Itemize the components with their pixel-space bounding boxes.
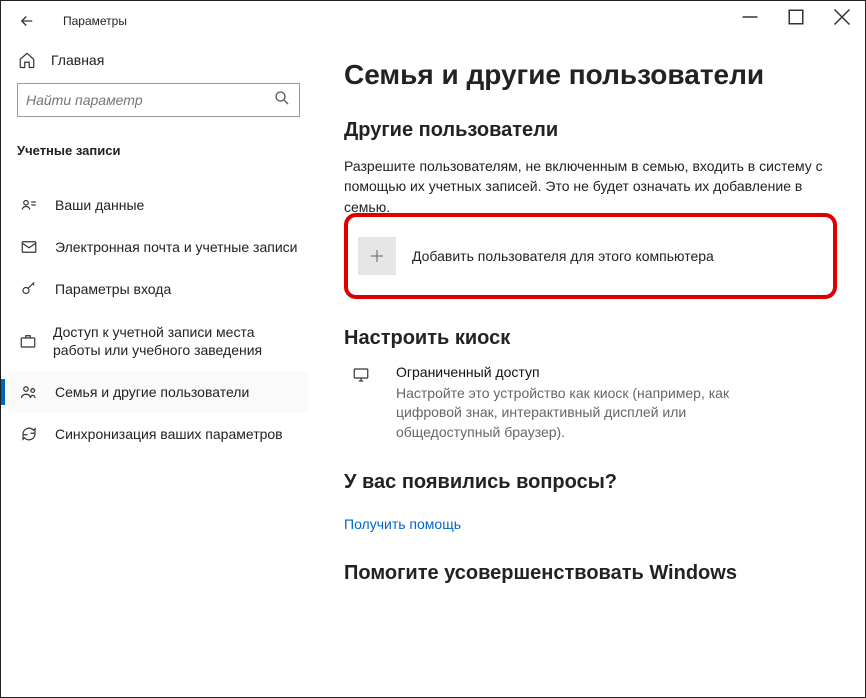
improve-heading: Помогите усовершенствовать Windows	[344, 562, 837, 585]
monitor-icon	[344, 364, 378, 443]
search-input[interactable]	[26, 92, 273, 108]
sidebar-item-label: Параметры входа	[55, 280, 171, 298]
minimize-button[interactable]	[727, 1, 773, 33]
search-icon	[273, 89, 291, 111]
sidebar-section-label: Учетные записи	[9, 135, 308, 174]
sidebar-item-work-access[interactable]: Доступ к учетной записи места работы или…	[9, 311, 308, 371]
questions-heading: У вас появились вопросы?	[344, 471, 837, 494]
close-button[interactable]	[819, 1, 865, 33]
titlebar: Параметры	[1, 1, 865, 41]
person-card-icon	[19, 196, 39, 214]
sidebar-item-signin-options[interactable]: Параметры входа	[9, 268, 308, 310]
sync-icon	[19, 425, 39, 443]
home-link[interactable]: Главная	[9, 41, 308, 83]
sidebar-item-sync[interactable]: Синхронизация ваших параметров	[9, 413, 308, 455]
home-icon	[17, 51, 37, 69]
main-content: Семья и другие пользователи Другие польз…	[316, 41, 865, 697]
mail-icon	[19, 238, 39, 256]
sidebar-item-email-accounts[interactable]: Электронная почта и учетные записи	[9, 226, 308, 268]
sidebar-nav: Ваши данные Электронная почта и учетные …	[9, 184, 308, 455]
back-button[interactable]	[9, 3, 45, 39]
sidebar-item-label: Доступ к учетной записи места работы или…	[53, 323, 298, 359]
sidebar-item-label: Электронная почта и учетные записи	[55, 238, 297, 256]
get-help-link[interactable]: Получить помощь	[344, 516, 461, 532]
kiosk-heading: Настроить киоск	[344, 327, 837, 350]
briefcase-icon	[19, 332, 37, 350]
plus-icon	[358, 237, 396, 275]
kiosk-description: Настройте это устройство как киоск (напр…	[396, 384, 756, 443]
key-icon	[19, 280, 39, 298]
sidebar-item-label: Ваши данные	[55, 196, 144, 214]
add-user-label: Добавить пользователя для этого компьюте…	[412, 248, 714, 264]
sidebar-item-your-info[interactable]: Ваши данные	[9, 184, 308, 226]
home-label: Главная	[51, 52, 104, 68]
kiosk-title: Ограниченный доступ	[396, 364, 756, 380]
sidebar-item-label: Синхронизация ваших параметров	[55, 425, 283, 443]
page-title: Семья и другие пользователи	[344, 59, 837, 91]
sidebar: Главная Учетные записи Ваши данные Элект…	[1, 41, 316, 697]
sidebar-item-label: Семья и другие пользователи	[55, 383, 249, 401]
search-box[interactable]	[17, 83, 300, 117]
people-icon	[19, 383, 39, 401]
kiosk-item[interactable]: Ограниченный доступ Настройте это устрой…	[344, 364, 837, 443]
highlighted-add-user-box: Добавить пользователя для этого компьюте…	[344, 213, 837, 299]
maximize-button[interactable]	[773, 1, 819, 33]
other-users-heading: Другие пользователи	[344, 119, 837, 142]
other-users-description: Разрешите пользователям, не включенным в…	[344, 156, 837, 217]
sidebar-item-family[interactable]: Семья и другие пользователи	[9, 371, 308, 413]
add-user-button[interactable]: Добавить пользователя для этого компьюте…	[354, 231, 817, 281]
window-title: Параметры	[63, 14, 127, 28]
window-controls	[727, 1, 865, 33]
